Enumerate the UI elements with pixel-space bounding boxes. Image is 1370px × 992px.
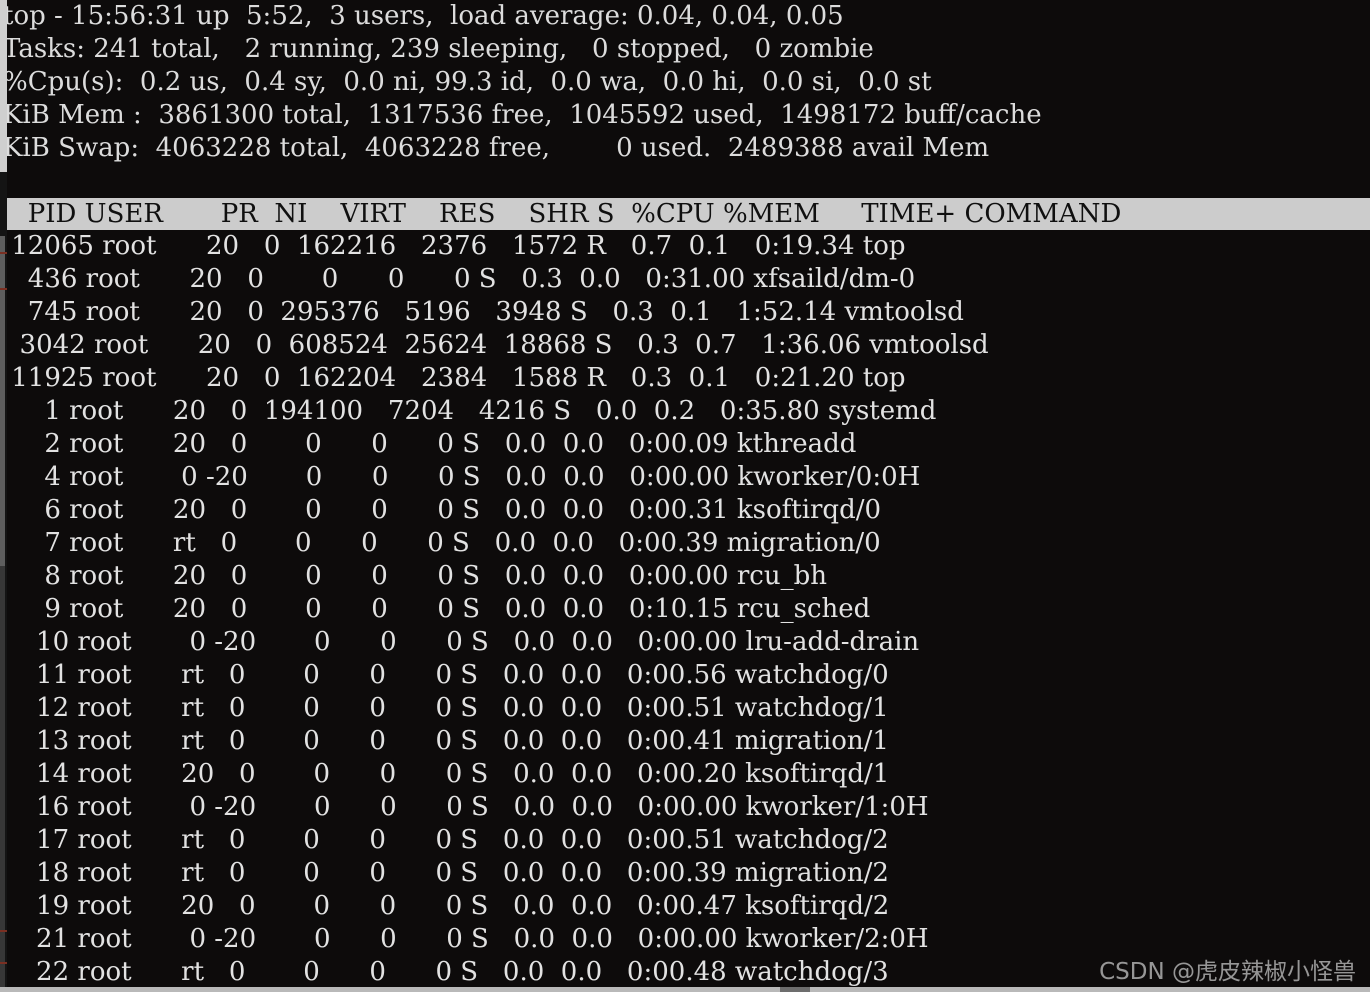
summary-cpu-line: %Cpu(s): 0.2 us, 0.4 sy, 0.0 ni, 99.3 id… [3, 67, 932, 97]
process-row[interactable]: 19 root 20 0 0 0 0 S 0.0 0.0 0:00.47 kso… [0, 890, 1370, 923]
scrollbar-marker [0, 930, 7, 932]
summary-tasks-line: Tasks: 241 total, 2 running, 239 sleepin… [3, 34, 874, 64]
terminal-scrollbar[interactable] [0, 0, 7, 992]
process-row[interactable]: 3042 root 20 0 608524 25624 18868 S 0.3 … [0, 329, 1370, 362]
scrollbar-track-upper[interactable] [0, 236, 5, 566]
terminal-window: top - 15:56:31 up 5:52, 3 users, load av… [0, 0, 1370, 992]
process-row[interactable]: 12065 root 20 0 162216 2376 1572 R 0.7 0… [0, 230, 1370, 263]
process-row[interactable]: 14 root 20 0 0 0 0 S 0.0 0.0 0:00.20 kso… [0, 758, 1370, 791]
summary-mem-line: KiB Mem : 3861300 total, 1317536 free, 1… [3, 100, 1042, 130]
process-row[interactable]: 12 root rt 0 0 0 0 S 0.0 0.0 0:00.51 wat… [0, 692, 1370, 725]
summary-spacer [0, 165, 1370, 198]
process-row[interactable]: 21 root 0 -20 0 0 0 S 0.0 0.0 0:00.00 kw… [0, 923, 1370, 956]
process-row[interactable]: 1 root 20 0 194100 7204 4216 S 0.0 0.2 0… [0, 395, 1370, 428]
process-row[interactable]: 16 root 0 -20 0 0 0 S 0.0 0.0 0:00.00 kw… [0, 791, 1370, 824]
summary-uptime-line: top - 15:56:31 up 5:52, 3 users, load av… [3, 1, 844, 31]
process-row[interactable]: 13 root rt 0 0 0 0 S 0.0 0.0 0:00.41 mig… [0, 725, 1370, 758]
scrollbar-marker [0, 962, 7, 964]
process-row[interactable]: 10 root 0 -20 0 0 0 S 0.0 0.0 0:00.00 lr… [0, 626, 1370, 659]
summary-swap-line: KiB Swap: 4063228 total, 4063228 free, 0… [3, 133, 990, 163]
process-row[interactable]: 8 root 20 0 0 0 0 S 0.0 0.0 0:00.00 rcu_… [0, 560, 1370, 593]
process-row[interactable]: 17 root rt 0 0 0 0 S 0.0 0.0 0:00.51 wat… [0, 824, 1370, 857]
process-row[interactable]: 4 root 0 -20 0 0 0 S 0.0 0.0 0:00.00 kwo… [0, 461, 1370, 494]
process-row[interactable]: 6 root 20 0 0 0 0 S 0.0 0.0 0:00.31 ksof… [0, 494, 1370, 527]
scrollbar-marker [0, 252, 7, 254]
scrollbar-thumb[interactable] [0, 0, 7, 172]
process-row[interactable]: 22 root rt 0 0 0 0 S 0.0 0.0 0:00.48 wat… [0, 956, 1370, 989]
process-row[interactable]: 7 root rt 0 0 0 0 S 0.0 0.0 0:00.39 migr… [0, 527, 1370, 560]
terminal-screen: top - 15:56:31 up 5:52, 3 users, load av… [0, 0, 1370, 992]
window-bottom-edge-thumb[interactable] [780, 987, 810, 992]
process-row[interactable]: 9 root 20 0 0 0 0 S 0.0 0.0 0:10.15 rcu_… [0, 593, 1370, 626]
process-row[interactable]: 2 root 20 0 0 0 0 S 0.0 0.0 0:00.09 kthr… [0, 428, 1370, 461]
process-table-header[interactable]: PID USER PR NI VIRT RES SHR S %CPU %MEM … [0, 198, 1370, 230]
scrollbar-track-lower[interactable] [0, 566, 5, 992]
process-row[interactable]: 745 root 20 0 295376 5196 3948 S 0.3 0.1… [0, 296, 1370, 329]
scrollbar-marker [0, 288, 7, 290]
process-row[interactable]: 11925 root 20 0 162204 2384 1588 R 0.3 0… [0, 362, 1370, 395]
process-row[interactable]: 18 root rt 0 0 0 0 S 0.0 0.0 0:00.39 mig… [0, 857, 1370, 890]
process-row[interactable]: 11 root rt 0 0 0 0 S 0.0 0.0 0:00.56 wat… [0, 659, 1370, 692]
process-row[interactable]: 436 root 20 0 0 0 0 S 0.3 0.0 0:31.00 xf… [0, 263, 1370, 296]
process-table-body: 12065 root 20 0 162216 2376 1572 R 0.7 0… [0, 230, 1370, 989]
top-summary-block: top - 15:56:31 up 5:52, 3 users, load av… [0, 0, 1370, 165]
window-bottom-edge [0, 987, 1370, 992]
